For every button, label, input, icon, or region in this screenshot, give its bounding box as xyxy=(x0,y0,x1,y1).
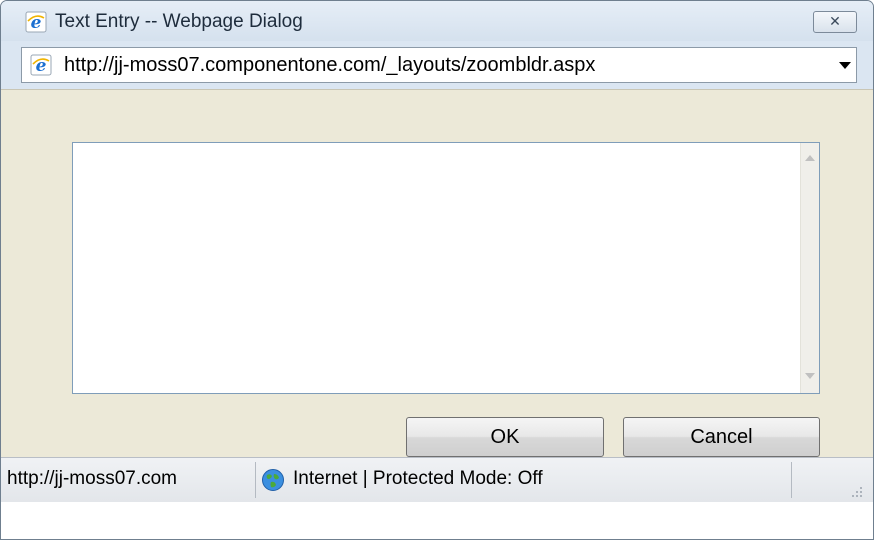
security-zone[interactable]: Internet | Protected Mode: Off xyxy=(293,468,543,490)
resize-grip-icon[interactable] xyxy=(849,484,863,498)
window-title: Text Entry -- Webpage Dialog xyxy=(55,11,303,32)
title-bar[interactable]: e Text Entry -- Webpage Dialog ✕ xyxy=(1,1,873,41)
globe-icon xyxy=(262,469,284,491)
window-bottom xyxy=(1,502,873,539)
ie-icon: e xyxy=(25,11,47,33)
status-bar: http://jj-moss07.com Internet | Protecte… xyxy=(1,457,873,539)
close-button[interactable]: ✕ xyxy=(813,11,857,33)
status-separator xyxy=(791,462,792,498)
dialog-window: e Text Entry -- Webpage Dialog ✕ e http:… xyxy=(0,0,874,540)
page-ie-icon: e xyxy=(30,54,52,76)
text-entry-box xyxy=(72,142,820,394)
status-url: http://jj-moss07.com xyxy=(7,468,177,489)
scroll-down-icon[interactable] xyxy=(805,373,815,379)
status-bar-strip: http://jj-moss07.com Internet | Protecte… xyxy=(1,458,873,502)
close-icon: ✕ xyxy=(829,14,841,30)
dialog-content: OK Cancel xyxy=(1,89,873,458)
ok-button[interactable]: OK xyxy=(406,417,604,457)
vertical-scrollbar[interactable] xyxy=(800,143,819,393)
address-bar[interactable]: e http://jj-moss07.componentone.com/_lay… xyxy=(21,47,857,83)
address-url[interactable]: http://jj-moss07.componentone.com/_layou… xyxy=(64,54,595,77)
text-entry-field[interactable] xyxy=(73,143,800,393)
scroll-up-icon[interactable] xyxy=(805,155,815,161)
cancel-button[interactable]: Cancel xyxy=(623,417,820,457)
status-separator xyxy=(255,462,256,498)
chevron-down-icon[interactable] xyxy=(836,55,854,75)
